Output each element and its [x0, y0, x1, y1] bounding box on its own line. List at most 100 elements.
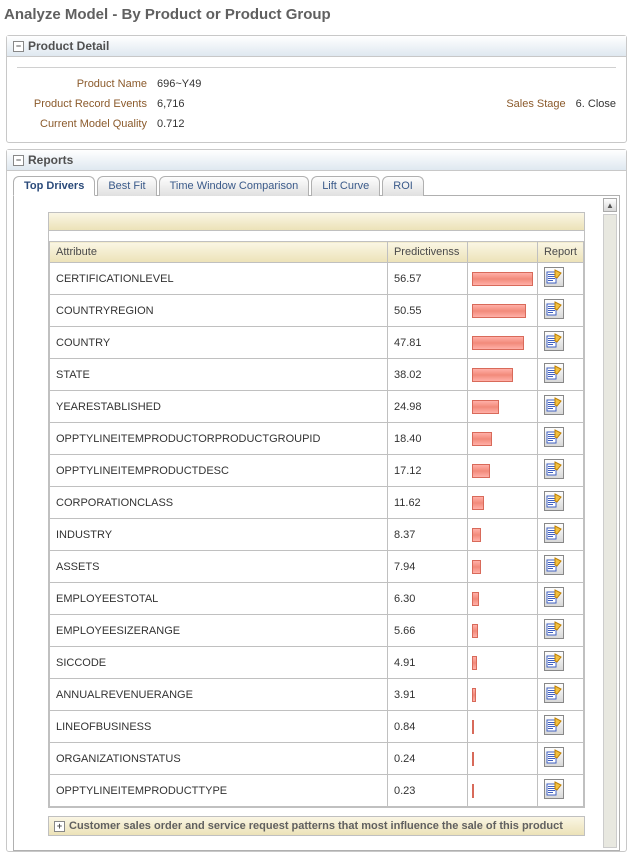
scrollbar-track[interactable] [603, 214, 617, 848]
footer-band[interactable]: + Customer sales order and service reque… [48, 816, 585, 836]
cell-predictiveness: 56.57 [387, 263, 467, 295]
product-detail-panel: − Product Detail Product Name 696~Y49 Pr… [6, 35, 627, 143]
table-row: OPPTYLINEITEMPRODUCTTYPE0.23 [50, 775, 584, 807]
cell-attribute: OPPTYLINEITEMPRODUCTDESC [50, 455, 388, 487]
cell-attribute: ASSETS [50, 551, 388, 583]
report-icon-button[interactable] [544, 619, 564, 639]
label-sales-stage: Sales Stage [506, 98, 575, 110]
panel-title-text: Product Detail [28, 39, 109, 53]
table-row: COUNTRY47.81 [50, 327, 584, 359]
cell-report [537, 775, 583, 807]
cell-report [537, 551, 583, 583]
cell-bar [467, 775, 537, 807]
cell-predictiveness: 0.24 [387, 743, 467, 775]
cell-attribute: ORGANIZATIONSTATUS [50, 743, 388, 775]
report-icon-button[interactable] [544, 683, 564, 703]
cell-predictiveness: 11.62 [387, 487, 467, 519]
cell-bar [467, 647, 537, 679]
report-icon-button[interactable] [544, 523, 564, 543]
value-record-events: 6,716 [157, 98, 185, 110]
cell-bar [467, 583, 537, 615]
product-detail-header: − Product Detail [7, 36, 626, 57]
table-row: SICCODE4.91 [50, 647, 584, 679]
cell-report [537, 647, 583, 679]
cell-attribute: OPPTYLINEITEMPRODUCTTYPE [50, 775, 388, 807]
cell-predictiveness: 18.40 [387, 423, 467, 455]
collapse-icon[interactable]: − [13, 155, 24, 166]
cell-report [537, 359, 583, 391]
cell-report [537, 295, 583, 327]
cell-attribute: CORPORATIONCLASS [50, 487, 388, 519]
table-row: CERTIFICATIONLEVEL56.57 [50, 263, 584, 295]
label-record-events: Product Record Events [17, 98, 157, 110]
footer-text: Customer sales order and service request… [69, 820, 563, 832]
table-row: EMPLOYEESTOTAL6.30 [50, 583, 584, 615]
cell-report [537, 711, 583, 743]
report-icon-button[interactable] [544, 587, 564, 607]
tab-roi[interactable]: ROI [382, 176, 424, 196]
cell-bar [467, 455, 537, 487]
cell-predictiveness: 38.02 [387, 359, 467, 391]
report-icon-button[interactable] [544, 459, 564, 479]
table-row: OPPTYLINEITEMPRODUCTORPRODUCTGROUPID18.4… [50, 423, 584, 455]
report-icon-button[interactable] [544, 779, 564, 799]
cell-bar [467, 519, 537, 551]
cell-predictiveness: 8.37 [387, 519, 467, 551]
label-product-name: Product Name [17, 78, 157, 90]
col-predictiveness: Predictivenss [387, 242, 467, 263]
report-icon-button[interactable] [544, 747, 564, 767]
tab-time-window-comparison[interactable]: Time Window Comparison [159, 176, 310, 196]
cell-attribute: COUNTRY [50, 327, 388, 359]
report-icon-button[interactable] [544, 491, 564, 511]
cell-bar [467, 295, 537, 327]
table-row: INDUSTRY8.37 [50, 519, 584, 551]
report-icon-button[interactable] [544, 395, 564, 415]
col-bar [467, 242, 537, 263]
tabs: Top DriversBest FitTime Window Compariso… [13, 175, 620, 196]
tab-best-fit[interactable]: Best Fit [97, 176, 156, 196]
cell-report [537, 263, 583, 295]
collapse-icon[interactable]: − [13, 41, 24, 52]
cell-predictiveness: 5.66 [387, 615, 467, 647]
cell-report [537, 455, 583, 487]
panel-title-text: Reports [28, 153, 73, 167]
report-icon-button[interactable] [544, 651, 564, 671]
table-row: OPPTYLINEITEMPRODUCTDESC17.12 [50, 455, 584, 487]
cell-predictiveness: 24.98 [387, 391, 467, 423]
cell-bar [467, 391, 537, 423]
drivers-table: Attribute Predictivenss Report CERTIFICA… [49, 241, 584, 807]
cell-attribute: OPPTYLINEITEMPRODUCTORPRODUCTGROUPID [50, 423, 388, 455]
cell-bar [467, 423, 537, 455]
report-icon-button[interactable] [544, 363, 564, 383]
report-icon-button[interactable] [544, 331, 564, 351]
report-icon-button[interactable] [544, 715, 564, 735]
cell-predictiveness: 50.55 [387, 295, 467, 327]
label-model-quality: Current Model Quality [17, 118, 157, 130]
cell-bar [467, 615, 537, 647]
reports-header: − Reports [7, 150, 626, 171]
cell-bar [467, 327, 537, 359]
cell-bar [467, 359, 537, 391]
report-icon-button[interactable] [544, 267, 564, 287]
cell-attribute: YEARESTABLISHED [50, 391, 388, 423]
tab-lift-curve[interactable]: Lift Curve [311, 176, 380, 196]
report-icon-button[interactable] [544, 299, 564, 319]
value-product-name: 696~Y49 [157, 78, 201, 90]
cell-bar [467, 743, 537, 775]
cell-predictiveness: 0.84 [387, 711, 467, 743]
report-icon-button[interactable] [544, 427, 564, 447]
cell-report [537, 519, 583, 551]
col-report: Report [537, 242, 583, 263]
cell-report [537, 583, 583, 615]
table-row: LINEOFBUSINESS0.84 [50, 711, 584, 743]
table-row: STATE38.02 [50, 359, 584, 391]
scroll-up-icon[interactable]: ▲ [603, 198, 617, 212]
cell-attribute: CERTIFICATIONLEVEL [50, 263, 388, 295]
expand-icon[interactable]: + [54, 821, 65, 832]
report-icon-button[interactable] [544, 555, 564, 575]
product-detail-body: Product Name 696~Y49 Product Record Even… [7, 57, 626, 142]
cell-bar [467, 551, 537, 583]
cell-bar [467, 487, 537, 519]
tab-top-drivers[interactable]: Top Drivers [13, 176, 95, 196]
cell-bar [467, 711, 537, 743]
